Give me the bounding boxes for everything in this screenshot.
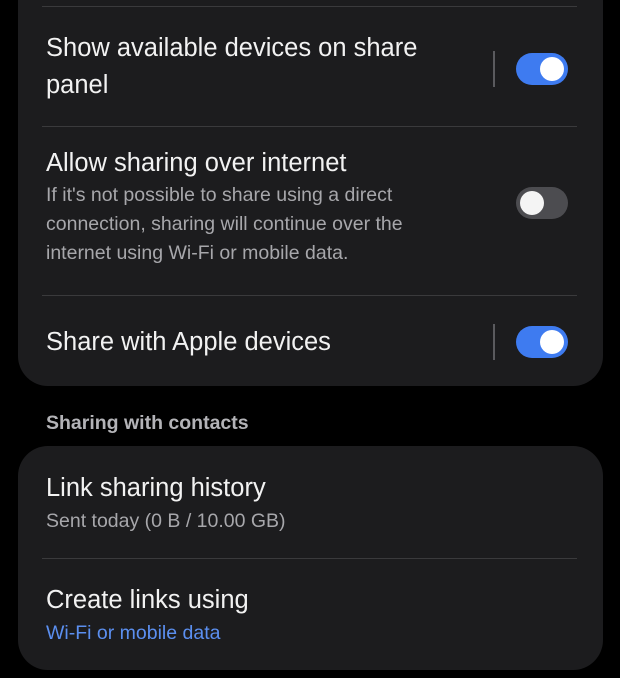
allow-sharing-over-internet-toggle[interactable] [516, 187, 568, 219]
vertical-separator [493, 324, 495, 360]
setting-title: Allow sharing over internet [46, 149, 347, 177]
setting-share-with-apple-devices[interactable]: Share with Apple devices [18, 296, 603, 386]
setting-title: Create links using [46, 586, 249, 614]
toggle-knob [520, 191, 544, 215]
setting-description-line: connection, sharing will continue over t… [46, 213, 403, 235]
setting-subtitle: Sent today (0 B / 10.00 GB) [46, 510, 286, 532]
settings-card-sharing-with-contacts: Link sharing history Sent today (0 B / 1… [18, 446, 603, 670]
setting-title-line: panel [46, 71, 109, 99]
setting-current-value: Wi-Fi or mobile data [46, 622, 221, 644]
settings-card-sharing-options: Show available devices on share panel Al… [18, 0, 603, 386]
setting-title: Link sharing history [46, 474, 266, 502]
toggle-knob [540, 57, 564, 81]
toggle-knob [540, 330, 564, 354]
show-available-devices-toggle[interactable] [516, 53, 568, 85]
setting-create-links-using[interactable]: Create links using Wi-Fi or mobile data [18, 559, 603, 670]
setting-link-sharing-history[interactable]: Link sharing history Sent today (0 B / 1… [18, 446, 603, 558]
section-header-sharing-with-contacts: Sharing with contacts [46, 412, 249, 434]
setting-show-available-devices[interactable]: Show available devices on share panel [18, 7, 603, 127]
setting-title-line: Show available devices on share [46, 34, 418, 62]
setting-allow-sharing-over-internet[interactable]: Allow sharing over internet If it's not … [18, 127, 603, 296]
setting-description-line: If it's not possible to share using a di… [46, 184, 393, 206]
share-with-apple-devices-toggle[interactable] [516, 326, 568, 358]
vertical-separator [493, 51, 495, 87]
setting-title: Share with Apple devices [46, 328, 331, 356]
setting-description-line: internet using Wi-Fi or mobile data. [46, 242, 349, 264]
